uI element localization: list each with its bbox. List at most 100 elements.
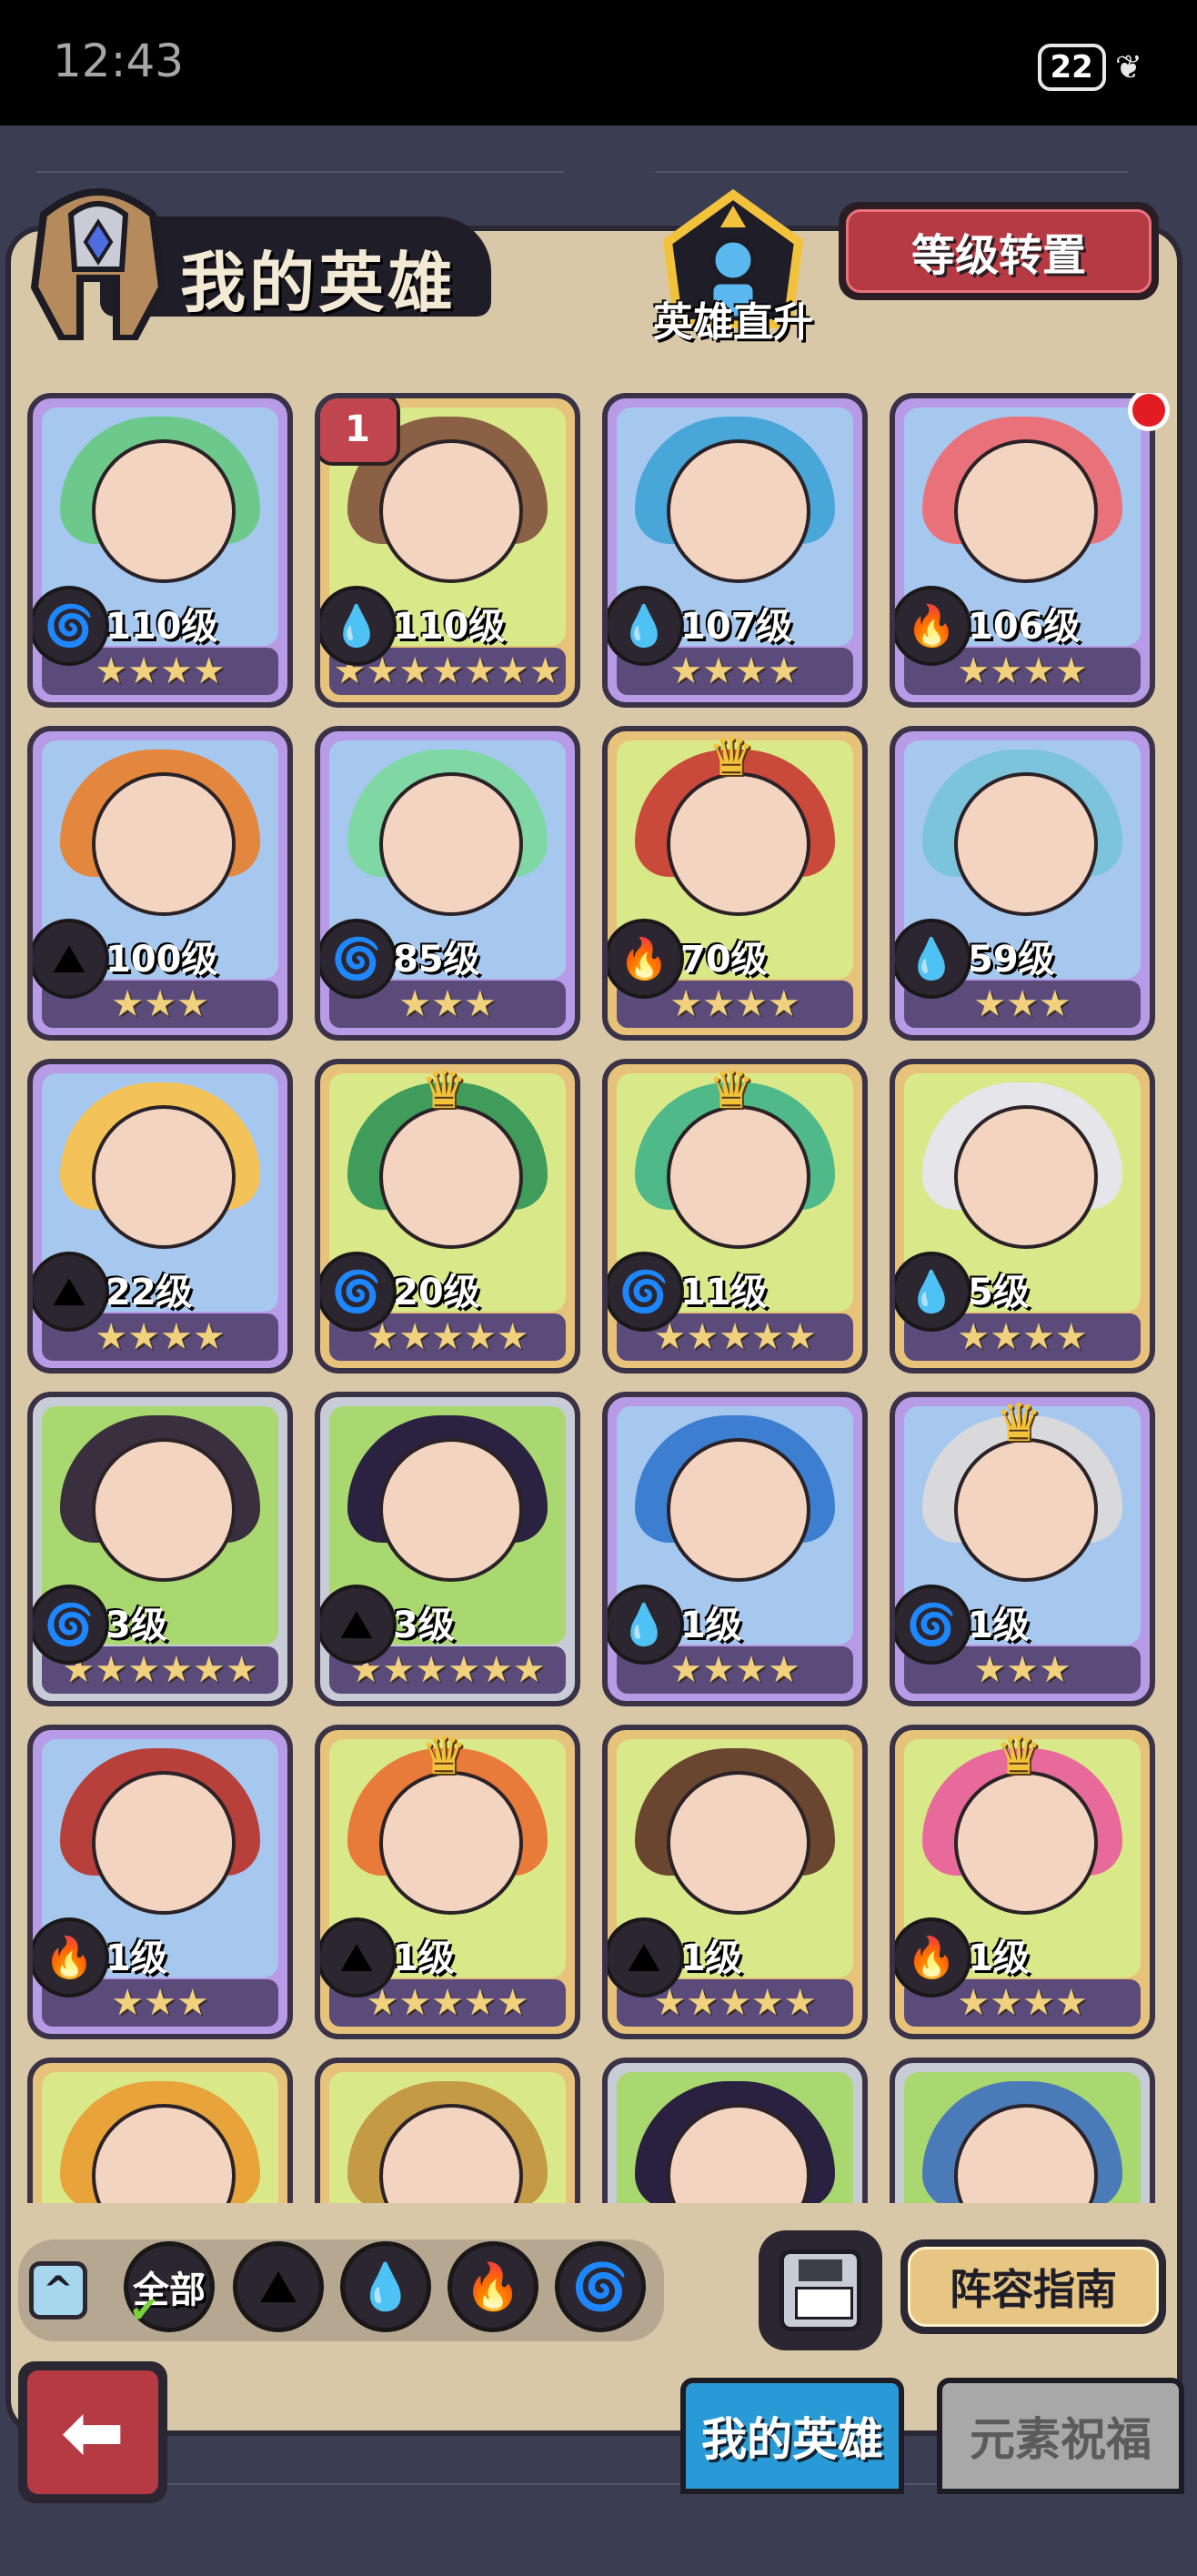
hero-card[interactable]: ★★★ 🔥 1级 <box>27 1725 293 2039</box>
hero-card[interactable]: ★★★★★★ ⛰ 3级 <box>315 1392 580 1706</box>
water-element-icon: 💧 <box>895 1252 971 1332</box>
hero-level: 1级 <box>393 1937 455 1979</box>
hero-card[interactable]: ★★★ 🌀 1级 ♛ <box>890 1392 1155 1706</box>
hero-rise-label[interactable]: 英雄直升 <box>642 289 824 347</box>
filter-wind-button[interactable]: 🌀 <box>555 2241 646 2332</box>
hero-card[interactable]: ★★★★★★★ 💧 110级 1 <box>315 393 580 708</box>
hero-level: 3级 <box>106 1605 167 1646</box>
earth-element-icon: ⛰ <box>320 1585 397 1665</box>
wind-element-icon: 🌀 <box>33 1585 109 1665</box>
hero-face <box>954 1771 1098 1916</box>
earth-element-icon: ⛰ <box>33 1252 109 1332</box>
hero-level: 20级 <box>393 1272 480 1313</box>
hero-card[interactable]: ★★★★ 💧 5级 <box>890 1059 1155 1374</box>
rank-badge: 1 <box>320 398 400 466</box>
tab-my-heroes[interactable]: 我的英雄 <box>680 2378 904 2494</box>
hero-level: 1级 <box>680 1605 742 1646</box>
star-rating: ★★★★ <box>669 983 800 1025</box>
hero-face <box>92 1771 236 1916</box>
hero-face <box>667 772 810 917</box>
notification-dot <box>1128 393 1170 431</box>
wind-element-icon: 🌀 <box>320 919 397 999</box>
star-rating: ★★★★★ <box>653 1316 817 1358</box>
water-element-icon: 💧 <box>608 1585 684 1665</box>
tab-element-blessing[interactable]: 元素祝福 <box>937 2378 1184 2494</box>
hero-card[interactable] <box>890 2058 1155 2203</box>
hero-portrait <box>617 2072 853 2203</box>
hero-face <box>667 1438 810 1583</box>
hero-level: 110级 <box>106 606 218 648</box>
decorative-line <box>36 171 564 173</box>
hero-card[interactable]: ★★★★★ 🌀 11级 ♛ <box>602 1059 868 1374</box>
filter-earth-button[interactable]: ⛰ <box>233 2241 324 2332</box>
star-rating: ★★★ <box>398 983 497 1025</box>
hero-level: 11级 <box>680 1272 768 1313</box>
earth-element-icon: ⛰ <box>259 2259 297 2313</box>
fire-element-icon: 🔥 <box>608 919 684 999</box>
hero-card[interactable]: ★★★★ 🌀 110级 <box>27 393 293 708</box>
leaf-icon: ❦ <box>1114 48 1142 86</box>
chevron-up-icon: ^ <box>43 2269 74 2311</box>
star-rating: ★★★★★ <box>653 1982 817 2024</box>
hero-face <box>92 1105 236 1250</box>
hero-card[interactable]: ★★★★★ ⛰ 1级 <box>602 1725 868 2039</box>
hero-level: 110级 <box>393 606 506 648</box>
level-transfer-label: 等级转置 <box>846 209 1152 293</box>
wind-element-icon: 🌀 <box>608 1252 684 1332</box>
hero-level: 1级 <box>968 1605 1030 1646</box>
hero-level: 70级 <box>680 939 768 981</box>
hero-level: 1级 <box>968 1937 1030 1979</box>
save-lineup-button[interactable] <box>759 2230 882 2350</box>
hero-card[interactable] <box>315 2058 580 2203</box>
hero-card[interactable]: ★★★★ 🔥 1级 ♛ <box>890 1725 1155 2039</box>
collapse-filter-button[interactable]: ^ <box>29 2261 87 2319</box>
filter-fire-button[interactable]: 🔥 <box>448 2241 538 2332</box>
hero-level: 100级 <box>106 939 218 981</box>
battery-level: 22 <box>1037 44 1106 91</box>
hero-level: 59级 <box>968 939 1055 981</box>
fire-element-icon: 🔥 <box>895 1917 971 1997</box>
hero-level: 3级 <box>393 1605 455 1646</box>
star-rating: ★★★ <box>973 983 1071 1025</box>
hero-face <box>379 1105 523 1250</box>
crown-icon: ♛ <box>995 1725 1042 1786</box>
hero-portrait <box>42 2072 278 2203</box>
star-rating: ★★★★★ <box>366 1982 529 2024</box>
earth-element-icon: ⛰ <box>320 1917 397 1997</box>
hero-grid: ★★★★ 🌀 110级 ★★★★★★★ 💧 110级 1 ★★★★ 💧 107级 ★★★★ 🔥 106级… <box>27 393 1170 2203</box>
hero-card[interactable]: ★★★★ 🔥 106级 <box>890 393 1155 708</box>
hero-card[interactable]: ★★★★★ 🌀 20级 ♛ <box>315 1059 580 1374</box>
hero-card[interactable]: ★★★ 💧 59级 <box>890 726 1155 1041</box>
hero-card[interactable]: ★★★ ⛰ 100级 <box>27 726 293 1041</box>
star-rating: ★★★★ <box>669 1649 800 1691</box>
hero-portrait <box>904 2072 1141 2203</box>
lineup-guide-button[interactable]: 阵容指南 <box>900 2239 1166 2334</box>
hero-face <box>667 1105 810 1250</box>
crown-icon: ♛ <box>995 1392 1042 1454</box>
hero-card[interactable]: ★★★★ 💧 1级 <box>602 1392 868 1706</box>
back-button[interactable]: ⬅ <box>18 2361 167 2503</box>
hero-card[interactable]: ★★★★★ ⛰ 1级 ♛ <box>315 1725 580 2039</box>
star-rating: ★★★★ <box>95 1316 226 1358</box>
star-rating: ★★★★ <box>957 650 1088 692</box>
hero-card[interactable]: ★★★ 🌀 85级 <box>315 726 580 1041</box>
star-rating: ★★★★ <box>95 650 226 692</box>
star-rating: ★★★ <box>111 983 209 1025</box>
hero-level: 1级 <box>106 1937 167 1979</box>
crown-icon: ♛ <box>708 726 755 788</box>
status-time: 12:43 <box>53 35 185 87</box>
hero-card[interactable]: ★★★★★★ 🌀 3级 <box>27 1392 293 1706</box>
hero-face <box>379 1771 523 1916</box>
filter-water-button[interactable]: 💧 <box>340 2241 431 2332</box>
decorative-line <box>655 171 1128 173</box>
hero-card[interactable] <box>602 2058 868 2203</box>
hero-card[interactable]: ★★★★ 💧 107级 <box>602 393 868 708</box>
star-rating: ★★★★ <box>957 1316 1088 1358</box>
level-transfer-button[interactable]: 等级转置 <box>839 202 1159 300</box>
filter-all-button[interactable]: 全部 ✔ <box>124 2241 215 2332</box>
hero-card[interactable]: ★★★★ ⛰ 22级 <box>27 1059 293 1374</box>
hero-card[interactable]: ★★★★ 🔥 70级 ♛ <box>602 726 868 1041</box>
hero-card[interactable] <box>27 2058 293 2203</box>
lineup-guide-label: 阵容指南 <box>908 2247 1159 2327</box>
wind-element-icon: 🌀 <box>895 1585 971 1665</box>
